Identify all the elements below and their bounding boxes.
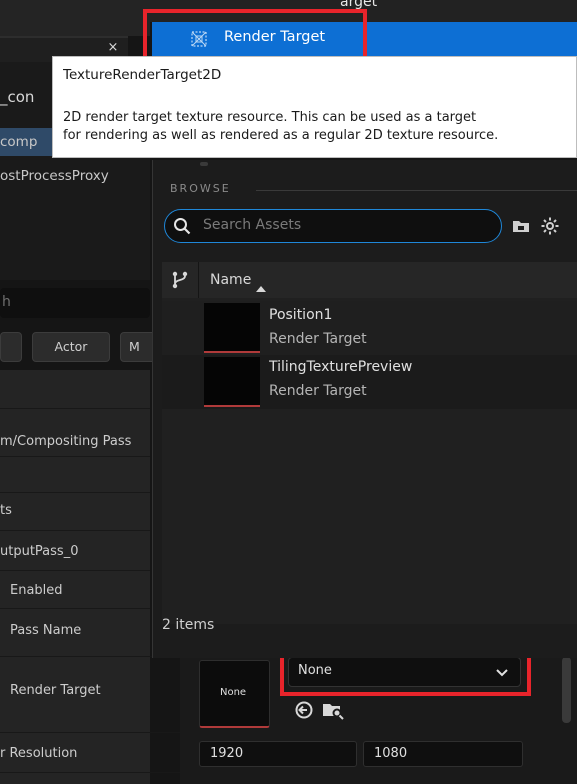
tree-item-con[interactable]: _con bbox=[0, 88, 34, 106]
browse-divider bbox=[256, 190, 577, 191]
divider bbox=[0, 530, 150, 531]
highlight-dropdown-item bbox=[143, 9, 367, 61]
resolution-x-field[interactable]: 1920 bbox=[199, 741, 357, 767]
asset-name: TilingTexturePreview bbox=[269, 359, 413, 375]
asset-thumbnail bbox=[204, 303, 260, 353]
prop-render-target-label: Render Target bbox=[10, 683, 101, 698]
asset-name: Position1 bbox=[269, 307, 333, 323]
asset-type: Render Target bbox=[269, 383, 367, 399]
prop-pass-name: Pass Name bbox=[10, 623, 82, 638]
details-scrollbar[interactable] bbox=[562, 657, 571, 723]
items-count: 2 items bbox=[162, 617, 215, 633]
prop-resolution-label: r Resolution bbox=[0, 746, 78, 761]
divider bbox=[0, 408, 150, 409]
column-name-header[interactable]: Name bbox=[210, 272, 251, 288]
folder-icon[interactable] bbox=[512, 218, 530, 238]
prop-compositing-pass: m/Compositing Pass bbox=[0, 434, 132, 449]
filter-chip-actor[interactable]: Actor bbox=[32, 332, 110, 362]
gear-icon[interactable] bbox=[540, 216, 560, 240]
filter-chip-left[interactable] bbox=[0, 332, 22, 362]
details-search-placeholder: h bbox=[2, 294, 11, 310]
details-search-input[interactable]: h bbox=[0, 288, 150, 318]
prop-output-pass: utputPass_0 bbox=[0, 544, 79, 559]
divider bbox=[0, 492, 150, 493]
prop-enabled: Enabled bbox=[10, 583, 63, 598]
resolution-y-field[interactable]: 1080 bbox=[363, 741, 523, 767]
use-selected-icon[interactable] bbox=[294, 700, 314, 724]
asset-row[interactable]: TilingTexturePreview Render Target bbox=[162, 355, 577, 409]
divider bbox=[0, 456, 150, 457]
popup-drag-handle bbox=[200, 162, 208, 166]
prop-ts: ts bbox=[0, 503, 12, 518]
toolbar-strip bbox=[0, 0, 150, 36]
tooltip-line-1: 2D render target texture resource. This … bbox=[63, 110, 477, 125]
browse-section-label: BROWSE bbox=[170, 182, 231, 195]
render-target-thumbnail[interactable]: None bbox=[199, 660, 270, 728]
class-tooltip: TextureRenderTarget2D 2D render target t… bbox=[52, 56, 577, 158]
search-assets-placeholder: Search Assets bbox=[203, 217, 302, 233]
asset-thumbnail bbox=[204, 357, 260, 407]
branch-icon[interactable] bbox=[172, 271, 188, 293]
divider bbox=[0, 570, 150, 571]
tree-item-postprocess[interactable]: ostProcessProxy bbox=[0, 168, 109, 184]
close-icon[interactable]: × bbox=[106, 38, 120, 58]
thumbnail-none-label: None bbox=[220, 687, 247, 698]
divider bbox=[0, 608, 150, 609]
details-properties bbox=[0, 370, 150, 784]
tree-item-comp-label: comp bbox=[0, 134, 38, 150]
asset-type: Render Target bbox=[269, 331, 367, 347]
sort-up-icon[interactable] bbox=[256, 277, 266, 296]
search-assets-input[interactable]: Search Assets bbox=[164, 209, 502, 243]
browse-folder-icon[interactable] bbox=[322, 700, 344, 724]
tooltip-title: TextureRenderTarget2D bbox=[63, 67, 222, 83]
asset-row[interactable]: Position1 Render Target bbox=[162, 301, 577, 355]
asset-list-header: Name bbox=[162, 262, 577, 298]
tooltip-line-2: for rendering as well as rendered as a r… bbox=[63, 128, 499, 143]
column-divider bbox=[198, 262, 199, 298]
search-icon bbox=[173, 217, 191, 239]
